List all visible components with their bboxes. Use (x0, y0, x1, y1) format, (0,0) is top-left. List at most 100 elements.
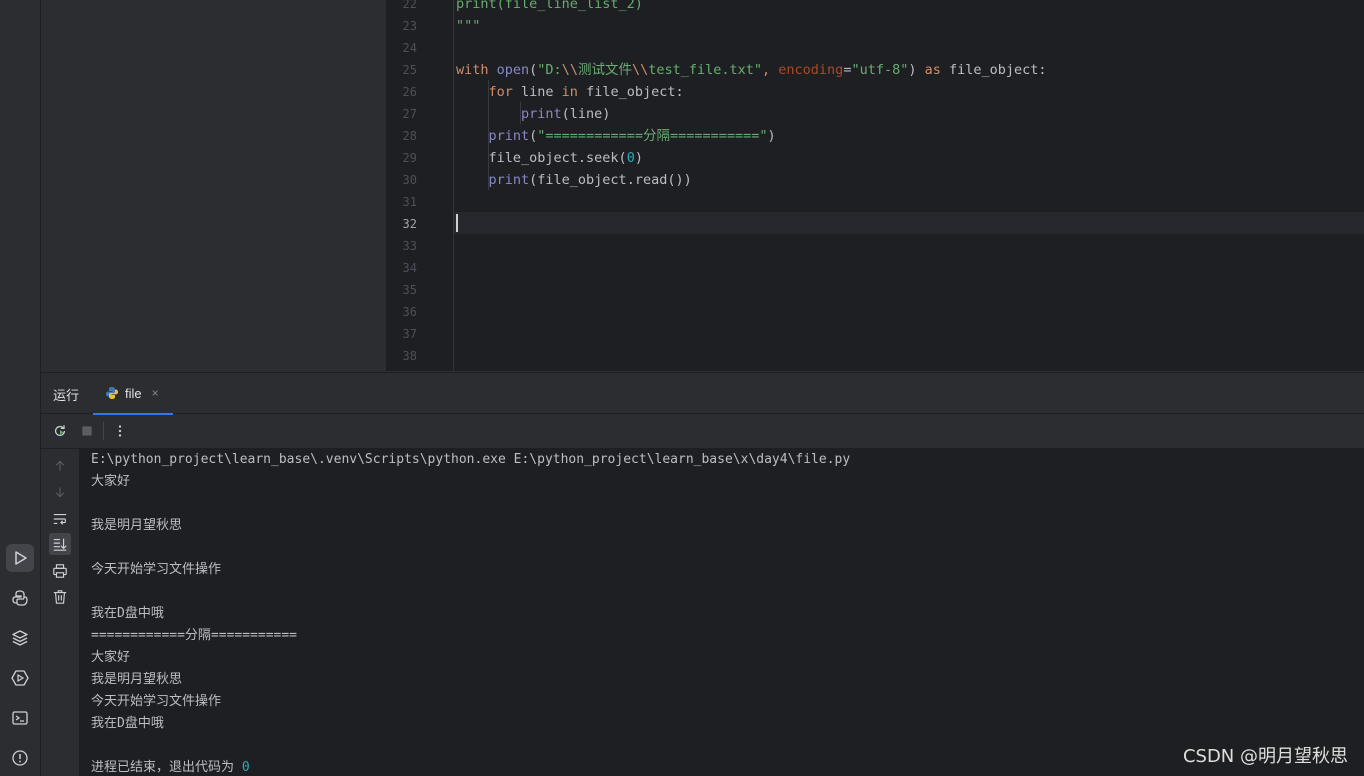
code-token: open (496, 62, 530, 78)
problems-icon[interactable] (6, 744, 34, 772)
code-token: print (488, 128, 530, 144)
line-number: 25 (402, 63, 417, 77)
console-line-text: 我是明月望秋思 (91, 672, 183, 687)
code-line: """ (456, 15, 1364, 37)
rerun-icon[interactable] (51, 422, 69, 440)
stop-icon[interactable] (78, 422, 96, 440)
console-line-text: 我是明月望秋思 (91, 518, 183, 533)
console-line-text: E:\python_project\learn_base\.venv\Scrip… (91, 452, 851, 467)
code-line: print(file_object.read()) (456, 169, 1364, 191)
run-toolbar (41, 414, 1364, 449)
console-line: E:\python_project\learn_base\.venv\Scrip… (91, 449, 850, 471)
code-token: print(file_line_list_2) (456, 0, 643, 12)
code-token: \\ (631, 62, 649, 78)
code-line: with open("D:\\测试文件\\test_file.txt", enc… (456, 59, 1364, 81)
code-token: file_object: (949, 62, 1047, 78)
line-number: 31 (402, 195, 417, 209)
close-icon[interactable]: × (152, 386, 159, 400)
run-icon[interactable] (6, 544, 34, 572)
console-line: ============分隔=========== (91, 625, 297, 647)
watermark: CSDN @明月望秋思 (1182, 746, 1348, 767)
up-arrow-icon[interactable] (51, 457, 69, 475)
line-number: 38 (402, 349, 417, 363)
console-line: 大家好 (91, 647, 130, 669)
code-token: print (488, 172, 530, 188)
line-number: 35 (402, 283, 417, 297)
line-number: 27 (402, 107, 417, 121)
code-editor[interactable]: 22 23 24 25 26 27 28 29 30 31 32 33 34 35 36 37 38 print… (387, 0, 1364, 371)
code-token: "D: (537, 62, 562, 78)
console-line-text: 我在D盘中哦 (91, 606, 164, 621)
code-token: with (456, 62, 497, 78)
console-side-toolbar (41, 449, 80, 776)
console-line: 进程已结束，退出代码为 0 (91, 757, 250, 776)
code-token: 0 (626, 150, 635, 166)
code-token: "utf-8" (851, 62, 909, 78)
code-token: file_object: (586, 84, 684, 100)
code-token: \\ (561, 62, 578, 78)
code-token: for (488, 84, 522, 100)
tool-window-strip (0, 0, 41, 776)
code-token: (file_object.read()) (529, 172, 692, 188)
line-number-gutter: 22 23 24 25 26 27 28 29 30 31 32 33 34 35 36 37 38 (387, 0, 454, 371)
code-line: print(line) (456, 103, 1364, 125)
code-token: encoding (778, 62, 844, 78)
code-area[interactable]: print(file_line_list_2) """ with open("D:\… (454, 0, 1364, 371)
line-number: 24 (402, 41, 417, 55)
scroll-to-end-icon[interactable] (49, 533, 71, 555)
code-token: (line) (561, 106, 611, 122)
trash-icon[interactable] (51, 588, 69, 606)
console-line-text: 今天开始学习文件操作 (91, 562, 222, 577)
run-window-title: 运行 (53, 388, 80, 403)
exit-code: 0 (241, 760, 250, 775)
code-token: print (521, 106, 562, 122)
line-number: 36 (402, 305, 417, 319)
code-token: in (561, 84, 587, 100)
run-tool-window: 运行 file × E:\python_project\learn_base\.… (41, 372, 1364, 776)
console-line: 今天开始学习文件操作 (91, 559, 221, 581)
python-file-icon (106, 387, 118, 399)
console-output[interactable]: E:\python_project\learn_base\.venv\Scrip… (80, 449, 1364, 776)
soft-wrap-icon[interactable] (51, 510, 69, 528)
more-options-icon[interactable] (111, 422, 129, 440)
python-console-icon[interactable] (6, 584, 34, 612)
down-arrow-icon[interactable] (51, 483, 69, 501)
console-line-text: ============分隔=========== (91, 628, 298, 643)
terminal-icon[interactable] (6, 704, 34, 732)
line-number: 23 (402, 19, 417, 33)
console-line-text: 我在D盘中哦 (91, 716, 164, 731)
run-tab-label: file (125, 385, 142, 401)
run-tab-file[interactable]: file × (93, 373, 173, 415)
code-token: ) (767, 128, 776, 144)
indent-guide (488, 80, 489, 190)
code-token: as (924, 62, 950, 78)
code-token: 测试文件 (577, 62, 632, 78)
console-line: 我是明月望秋思 (91, 669, 182, 691)
code-line: print("============分隔===========") (456, 125, 1364, 147)
code-token: line (521, 84, 562, 100)
line-number: 34 (402, 261, 417, 275)
project-panel (41, 0, 387, 371)
code-token: "============分隔===========" (537, 128, 768, 144)
run-header: 运行 file × (41, 373, 1364, 415)
line-number: 33 (402, 239, 417, 253)
console-line-text: 进程已结束，退出代码为 (91, 760, 242, 775)
line-number: 32 (402, 217, 417, 231)
line-number: 28 (402, 129, 417, 143)
indent-guide (520, 102, 521, 124)
services-icon[interactable] (6, 664, 34, 692)
console-line-text: 大家好 (91, 650, 131, 665)
python-packages-icon[interactable] (6, 624, 34, 652)
code-line: file_object.seek(0) (456, 147, 1364, 169)
print-icon[interactable] (51, 562, 69, 580)
console-line: 我在D盘中哦 (91, 713, 164, 735)
